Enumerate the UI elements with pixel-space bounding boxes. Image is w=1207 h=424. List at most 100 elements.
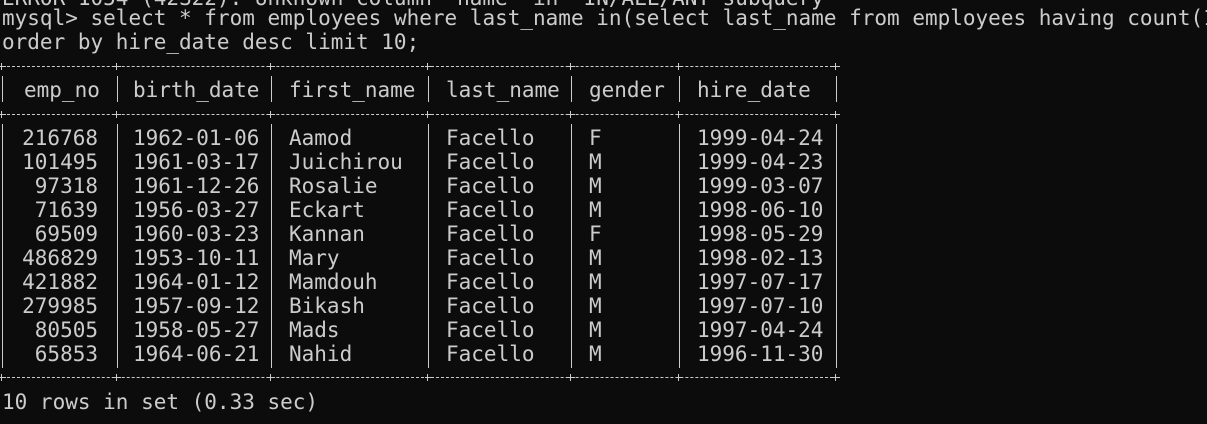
cell-last-name: Facello xyxy=(446,246,535,270)
table-column-separator xyxy=(836,76,837,102)
table-corner xyxy=(425,63,432,70)
cell-hire-date: 1998-06-10 xyxy=(697,198,824,222)
header-gender: gender xyxy=(589,78,665,102)
header-hire-date: hire_date xyxy=(697,78,811,102)
table-corner xyxy=(0,111,6,118)
cell-gender: M xyxy=(589,342,602,366)
cell-emp-no: 71639 xyxy=(34,198,98,222)
cell-birth-date: 1960-03-23 xyxy=(133,222,260,246)
cell-first-name: Kannan xyxy=(289,222,365,246)
table-column-separator xyxy=(679,76,680,102)
cell-hire-date: 1997-07-17 xyxy=(697,270,824,294)
table-corner xyxy=(833,63,840,70)
cell-last-name: Facello xyxy=(446,150,535,174)
cell-emp-no: 101495 xyxy=(22,150,98,174)
table-border-top xyxy=(2,66,838,68)
cell-gender: M xyxy=(589,294,602,318)
cell-birth-date: 1961-12-26 xyxy=(133,174,260,198)
cell-gender: M xyxy=(589,198,602,222)
cell-first-name: Nahid xyxy=(289,342,353,366)
table-column-separator xyxy=(428,76,429,102)
cell-first-name: Bikash xyxy=(289,294,365,318)
table-column-separator xyxy=(836,124,837,368)
header-last-name: last_name xyxy=(446,78,560,102)
table-corner xyxy=(833,374,840,381)
cell-first-name: Juichirou xyxy=(289,150,403,174)
cell-emp-no: 216768 xyxy=(22,126,98,150)
command-text-1: select * from employees where last_name … xyxy=(90,6,1207,30)
table-corner xyxy=(114,111,121,118)
cell-hire-date: 1999-04-23 xyxy=(697,150,824,174)
table-column-separator xyxy=(679,124,680,368)
table-column-separator xyxy=(117,76,118,102)
table-corner xyxy=(425,374,432,381)
cell-hire-date: 1997-04-24 xyxy=(697,318,824,342)
table-corner xyxy=(676,111,683,118)
table-column-separator xyxy=(271,124,272,368)
terminal-window[interactable]: ERROR 1054 (42S22): Unknown column 'name… xyxy=(0,0,1207,424)
table-border-bottom xyxy=(2,377,838,379)
cell-gender: M xyxy=(589,150,602,174)
table-column-separator xyxy=(2,124,3,368)
table-corner xyxy=(425,111,432,118)
command-line-1: mysql> select * from employees where las… xyxy=(2,6,1207,30)
cell-first-name: Rosalie xyxy=(289,174,378,198)
table-corner xyxy=(268,374,275,381)
table-corner xyxy=(568,374,575,381)
table-corner xyxy=(0,63,6,70)
cell-last-name: Facello xyxy=(446,198,535,222)
mysql-prompt: mysql> xyxy=(2,6,78,30)
cell-gender: M xyxy=(589,246,602,270)
cell-first-name: Eckart xyxy=(289,198,365,222)
table-border-header xyxy=(2,114,838,116)
cell-first-name: Mads xyxy=(289,318,340,342)
cell-gender: M xyxy=(589,174,602,198)
cell-last-name: Facello xyxy=(446,126,535,150)
table-corner xyxy=(268,63,275,70)
cell-birth-date: 1957-09-12 xyxy=(133,294,260,318)
table-corner xyxy=(114,374,121,381)
header-first-name: first_name xyxy=(289,78,416,102)
cell-gender: F xyxy=(589,126,602,150)
table-column-separator xyxy=(271,76,272,102)
cell-hire-date: 1996-11-30 xyxy=(697,342,824,366)
table-corner xyxy=(568,111,575,118)
table-column-separator xyxy=(571,76,572,102)
table-corner xyxy=(0,374,6,381)
cell-last-name: Facello xyxy=(446,318,535,342)
cell-birth-date: 1958-05-27 xyxy=(133,318,260,342)
table-column-separator xyxy=(2,76,3,102)
cell-gender: M xyxy=(589,270,602,294)
cell-last-name: Facello xyxy=(446,222,535,246)
table-column-separator xyxy=(571,124,572,368)
table-column-separator xyxy=(117,124,118,368)
cell-first-name: Mamdouh xyxy=(289,270,378,294)
cell-gender: M xyxy=(589,318,602,342)
cell-last-name: Facello xyxy=(446,174,535,198)
cell-emp-no: 421882 xyxy=(22,270,98,294)
cell-hire-date: 1999-04-24 xyxy=(697,126,824,150)
header-emp-no: emp_no xyxy=(24,78,100,102)
cell-birth-date: 1964-01-12 xyxy=(133,270,260,294)
table-corner xyxy=(676,374,683,381)
cell-hire-date: 1998-02-13 xyxy=(697,246,824,270)
cell-emp-no: 65853 xyxy=(34,342,98,366)
cell-hire-date: 1997-07-10 xyxy=(697,294,824,318)
cell-birth-date: 1962-01-06 xyxy=(133,126,260,150)
cell-birth-date: 1964-06-21 xyxy=(133,342,260,366)
cell-emp-no: 80505 xyxy=(34,318,98,342)
cell-hire-date: 1998-05-29 xyxy=(697,222,824,246)
cell-birth-date: 1956-03-27 xyxy=(133,198,260,222)
cell-birth-date: 1953-10-11 xyxy=(133,246,260,270)
table-corner xyxy=(114,63,121,70)
cell-last-name: Facello xyxy=(446,294,535,318)
cell-last-name: Facello xyxy=(446,342,535,366)
cell-emp-no: 279985 xyxy=(22,294,98,318)
cell-last-name: Facello xyxy=(446,270,535,294)
table-corner xyxy=(833,111,840,118)
command-line-2: order by hire_date desc limit 10; xyxy=(2,30,420,54)
table-corner xyxy=(268,111,275,118)
cell-emp-no: 69509 xyxy=(34,222,98,246)
cell-emp-no: 486829 xyxy=(22,246,98,270)
cell-birth-date: 1961-03-17 xyxy=(133,150,260,174)
